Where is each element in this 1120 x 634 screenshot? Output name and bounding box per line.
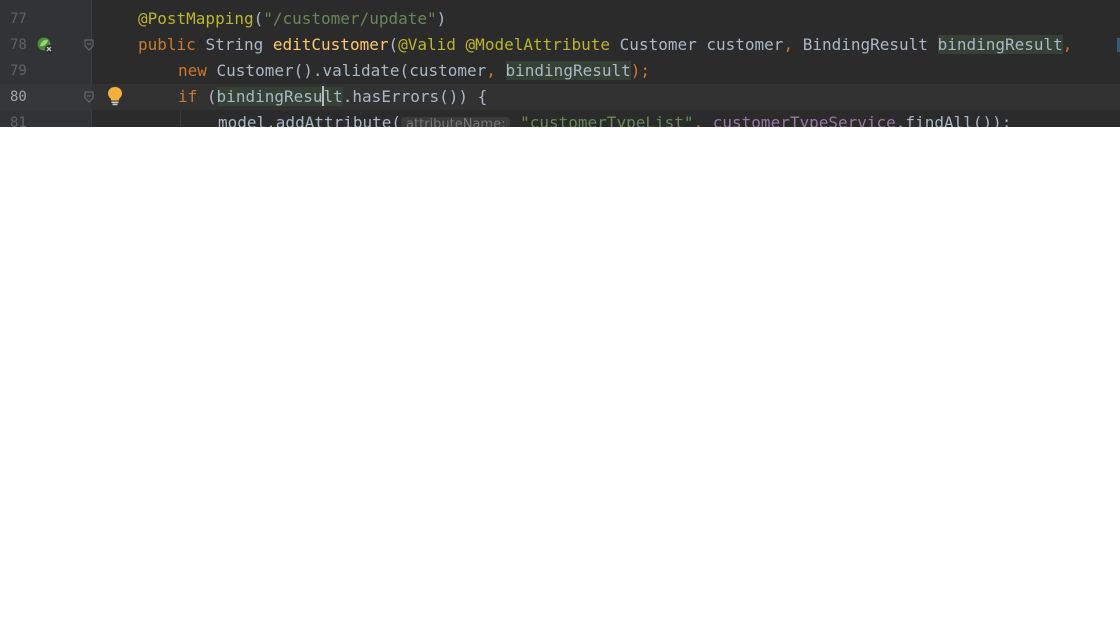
code-token: @Valid <box>398 35 466 54</box>
code-token: , <box>693 113 713 127</box>
code-text[interactable]: @PostMapping("/customer/update") <box>138 6 446 32</box>
code-line[interactable]: 78 public String editCustomer(@Valid @Mo… <box>0 32 1120 58</box>
code-token: customerTypeService <box>712 113 896 127</box>
code-line-current[interactable]: 80 if (bindingResult.hasErrors()) { <box>0 84 1120 110</box>
line-number: 80 <box>10 89 27 105</box>
code-token: model.addAttribute( <box>218 113 402 127</box>
gutter-cell: 80 <box>0 84 94 110</box>
code-token: editCustomer <box>272 35 389 54</box>
code-token: , <box>783 35 803 54</box>
code-token: "/customer/update" <box>263 9 437 28</box>
code-token: BindingResult <box>802 35 938 54</box>
code-token: @ModelAttribute <box>465 35 620 54</box>
code-text[interactable]: model.addAttribute(attributeName: "custo… <box>218 110 1011 127</box>
gutter-cell: 78 <box>0 32 94 58</box>
code-token: new <box>178 61 217 80</box>
gutter-cell: 81 <box>0 110 91 127</box>
code-token: lt <box>323 87 343 106</box>
fold-icon[interactable] <box>84 91 94 103</box>
code-token: ( <box>206 87 217 106</box>
code-line[interactable]: 79 new Customer().validate(customer, bin… <box>0 58 1120 84</box>
intention-bulb-icon[interactable] <box>106 86 124 106</box>
code-token: ( <box>388 35 399 54</box>
code-token: , <box>1062 35 1083 54</box>
gutter-cell: 79 <box>0 58 91 84</box>
code-token: String <box>205 35 273 54</box>
code-token: Customer().validate(customer <box>216 61 487 80</box>
fold-icon[interactable] <box>84 39 94 51</box>
line-number: 81 <box>10 115 27 127</box>
code-token: ); <box>630 61 651 80</box>
code-line[interactable]: 81 model.addAttribute(attributeName: "cu… <box>0 110 1120 127</box>
line-number: 77 <box>10 11 27 27</box>
parameter-hint: attributeName: <box>401 117 511 127</box>
code-token: if <box>178 87 207 106</box>
code-token: bindingResult <box>937 35 1063 54</box>
code-token: ( <box>253 9 264 28</box>
code-token: bindingResu <box>216 87 323 106</box>
code-token: @PostMapping <box>138 9 254 28</box>
code-line[interactable]: 77 @PostMapping("/customer/update") <box>0 6 1120 32</box>
code-token: public <box>138 35 206 54</box>
gutter-cell: 77 <box>0 6 91 32</box>
line-number: 79 <box>10 63 27 79</box>
code-text[interactable]: new Customer().validate(customer, bindin… <box>178 58 650 84</box>
code-text[interactable]: if (bindingResult.hasErrors()) { <box>178 84 487 110</box>
code-token: .hasErrors()) { <box>342 87 488 106</box>
code-token: .findAll()); <box>895 113 1012 127</box>
code-token: bindingResult <box>505 61 631 80</box>
code-editor[interactable]: 77 @PostMapping("/customer/update") 78 p… <box>0 0 1120 127</box>
code-text[interactable]: public String editCustomer(@Valid @Model… <box>138 32 1082 58</box>
code-token: , <box>486 61 506 80</box>
spring-bean-icon[interactable] <box>36 36 54 54</box>
code-token: ) <box>436 9 447 28</box>
code-token: "customerTypeList" <box>520 113 694 127</box>
line-number: 78 <box>10 37 27 53</box>
code-token: Customer customer <box>619 35 784 54</box>
